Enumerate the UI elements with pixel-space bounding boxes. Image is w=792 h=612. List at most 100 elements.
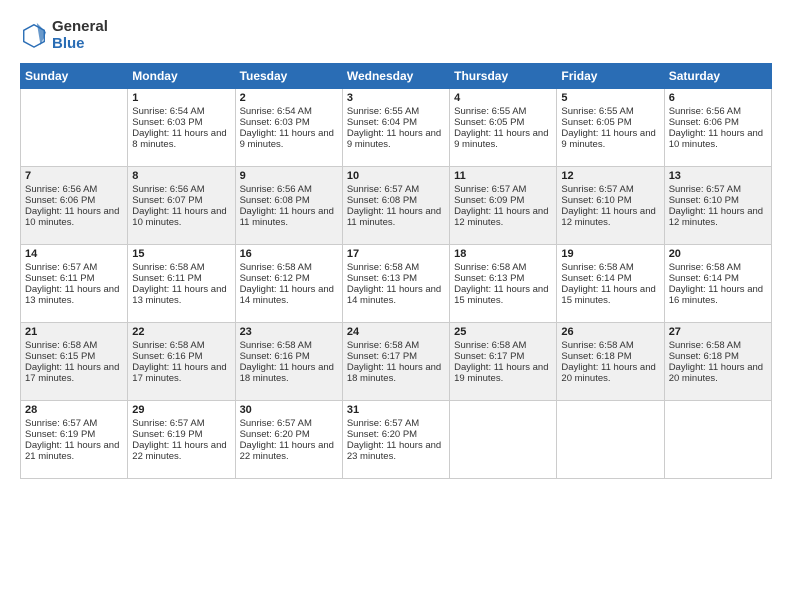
- calendar-cell: 29Sunrise: 6:57 AMSunset: 6:19 PMDayligh…: [128, 400, 235, 478]
- calendar-cell: 21Sunrise: 6:58 AMSunset: 6:15 PMDayligh…: [21, 322, 128, 400]
- day-number: 17: [347, 248, 445, 260]
- calendar-cell: [21, 88, 128, 166]
- daylight-text: Daylight: 11 hours and 19 minutes.: [454, 362, 552, 384]
- calendar-cell: 11Sunrise: 6:57 AMSunset: 6:09 PMDayligh…: [450, 166, 557, 244]
- daylight-text: Daylight: 11 hours and 14 minutes.: [347, 284, 445, 306]
- calendar-cell: [557, 400, 664, 478]
- sunrise-text: Sunrise: 6:57 AM: [347, 418, 445, 429]
- day-number: 22: [132, 326, 230, 338]
- day-number: 8: [132, 170, 230, 182]
- daylight-text: Daylight: 11 hours and 15 minutes.: [454, 284, 552, 306]
- calendar-cell: [450, 400, 557, 478]
- calendar-cell: 12Sunrise: 6:57 AMSunset: 6:10 PMDayligh…: [557, 166, 664, 244]
- day-number: 4: [454, 92, 552, 104]
- sunset-text: Sunset: 6:14 PM: [561, 273, 659, 284]
- daylight-text: Daylight: 11 hours and 23 minutes.: [347, 440, 445, 462]
- sunrise-text: Sunrise: 6:57 AM: [25, 262, 123, 273]
- sunset-text: Sunset: 6:07 PM: [132, 195, 230, 206]
- sunrise-text: Sunrise: 6:58 AM: [454, 340, 552, 351]
- sunset-text: Sunset: 6:03 PM: [132, 117, 230, 128]
- day-number: 28: [25, 404, 123, 416]
- daylight-text: Daylight: 11 hours and 17 minutes.: [25, 362, 123, 384]
- day-header-thursday: Thursday: [450, 63, 557, 88]
- day-number: 9: [240, 170, 338, 182]
- sunset-text: Sunset: 6:17 PM: [454, 351, 552, 362]
- daylight-text: Daylight: 11 hours and 14 minutes.: [240, 284, 338, 306]
- calendar-cell: 4Sunrise: 6:55 AMSunset: 6:05 PMDaylight…: [450, 88, 557, 166]
- day-header-friday: Friday: [557, 63, 664, 88]
- sunset-text: Sunset: 6:13 PM: [347, 273, 445, 284]
- daylight-text: Daylight: 11 hours and 20 minutes.: [561, 362, 659, 384]
- logo-general: General: [52, 18, 108, 35]
- calendar-cell: 6Sunrise: 6:56 AMSunset: 6:06 PMDaylight…: [664, 88, 771, 166]
- logo: General Blue: [20, 18, 108, 53]
- day-header-sunday: Sunday: [21, 63, 128, 88]
- day-number: 29: [132, 404, 230, 416]
- calendar-cell: 18 Sunrise: 6:58 AMSunset: 6:13 PMDayligh…: [450, 244, 557, 322]
- calendar-cell: 24Sunrise: 6:58 AMSunset: 6:17 PMDayligh…: [342, 322, 449, 400]
- sunrise-text: Sunrise: 6:55 AM: [454, 106, 552, 117]
- sunrise-text: Sunrise: 6:57 AM: [669, 184, 767, 195]
- sunrise-text: Sunrise: 6:56 AM: [132, 184, 230, 195]
- sunrise-text: Sunrise: 6:58 AM: [240, 340, 338, 351]
- sunrise-text: Sunrise: 6:58 AM: [347, 262, 445, 273]
- sunset-text: Sunset: 6:08 PM: [240, 195, 338, 206]
- sunrise-text: Sunrise: 6:58 AM: [240, 262, 338, 273]
- day-number: 26: [561, 326, 659, 338]
- day-number: 2: [240, 92, 338, 104]
- calendar-cell: 17 Sunrise: 6:58 AMSunset: 6:13 PMDayligh…: [342, 244, 449, 322]
- sunset-text: Sunset: 6:12 PM: [240, 273, 338, 284]
- day-number: 16: [240, 248, 338, 260]
- daylight-text: Daylight: 11 hours and 9 minutes.: [454, 128, 552, 150]
- sunrise-text: Sunrise: 6:57 AM: [454, 184, 552, 195]
- sunrise-text: Sunrise: 6:58 AM: [561, 340, 659, 351]
- calendar-cell: 27Sunrise: 6:58 AMSunset: 6:18 PMDayligh…: [664, 322, 771, 400]
- calendar-cell: 5Sunrise: 6:55 AMSunset: 6:05 PMDaylight…: [557, 88, 664, 166]
- daylight-text: Daylight: 11 hours and 9 minutes.: [561, 128, 659, 150]
- calendar-cell: 7Sunrise: 6:56 AMSunset: 6:06 PMDaylight…: [21, 166, 128, 244]
- daylight-text: Daylight: 11 hours and 8 minutes.: [132, 128, 230, 150]
- sunrise-text: Sunrise: 6:58 AM: [347, 340, 445, 351]
- calendar-cell: 19Sunrise: 6:58 AMSunset: 6:14 PMDayligh…: [557, 244, 664, 322]
- daylight-text: Daylight: 11 hours and 17 minutes.: [132, 362, 230, 384]
- sunrise-text: Sunrise: 6:58 AM: [669, 262, 767, 273]
- sunrise-text: Sunrise: 6:58 AM: [25, 340, 123, 351]
- day-number: 10: [347, 170, 445, 182]
- sunset-text: Sunset: 6:11 PM: [132, 273, 230, 284]
- day-number: 18: [454, 248, 552, 260]
- sunset-text: Sunset: 6:05 PM: [561, 117, 659, 128]
- daylight-text: Daylight: 11 hours and 18 minutes.: [240, 362, 338, 384]
- daylight-text: Daylight: 11 hours and 13 minutes.: [25, 284, 123, 306]
- day-number: 23: [240, 326, 338, 338]
- daylight-text: Daylight: 11 hours and 10 minutes.: [25, 206, 123, 228]
- week-row: 1Sunrise: 6:54 AMSunset: 6:03 PMDaylight…: [21, 88, 772, 166]
- daylight-text: Daylight: 11 hours and 11 minutes.: [347, 206, 445, 228]
- day-number: 6: [669, 92, 767, 104]
- sunset-text: Sunset: 6:16 PM: [240, 351, 338, 362]
- day-number: 15: [132, 248, 230, 260]
- day-number: 12: [561, 170, 659, 182]
- calendar-cell: 20Sunrise: 6:58 AMSunset: 6:14 PMDayligh…: [664, 244, 771, 322]
- sunset-text: Sunset: 6:20 PM: [240, 429, 338, 440]
- calendar-cell: 1Sunrise: 6:54 AMSunset: 6:03 PMDaylight…: [128, 88, 235, 166]
- sunset-text: Sunset: 6:10 PM: [561, 195, 659, 206]
- sunrise-text: Sunrise: 6:57 AM: [25, 418, 123, 429]
- calendar-cell: 14Sunrise: 6:57 AMSunset: 6:11 PMDayligh…: [21, 244, 128, 322]
- sunset-text: Sunset: 6:10 PM: [669, 195, 767, 206]
- sunset-text: Sunset: 6:17 PM: [347, 351, 445, 362]
- day-number: 31: [347, 404, 445, 416]
- calendar-cell: 2Sunrise: 6:54 AMSunset: 6:03 PMDaylight…: [235, 88, 342, 166]
- calendar-cell: 31Sunrise: 6:57 AMSunset: 6:20 PMDayligh…: [342, 400, 449, 478]
- sunset-text: Sunset: 6:13 PM: [454, 273, 552, 284]
- calendar-cell: 26Sunrise: 6:58 AMSunset: 6:18 PMDayligh…: [557, 322, 664, 400]
- sunrise-text: Sunrise: 6:58 AM: [454, 262, 552, 273]
- daylight-text: Daylight: 11 hours and 20 minutes.: [669, 362, 767, 384]
- sunset-text: Sunset: 6:11 PM: [25, 273, 123, 284]
- day-header-saturday: Saturday: [664, 63, 771, 88]
- day-number: 19: [561, 248, 659, 260]
- sunset-text: Sunset: 6:08 PM: [347, 195, 445, 206]
- calendar-cell: 16 Sunrise: 6:58 AMSunset: 6:12 PMDayligh…: [235, 244, 342, 322]
- week-row: 14Sunrise: 6:57 AMSunset: 6:11 PMDayligh…: [21, 244, 772, 322]
- day-number: 1: [132, 92, 230, 104]
- sunrise-text: Sunrise: 6:58 AM: [561, 262, 659, 273]
